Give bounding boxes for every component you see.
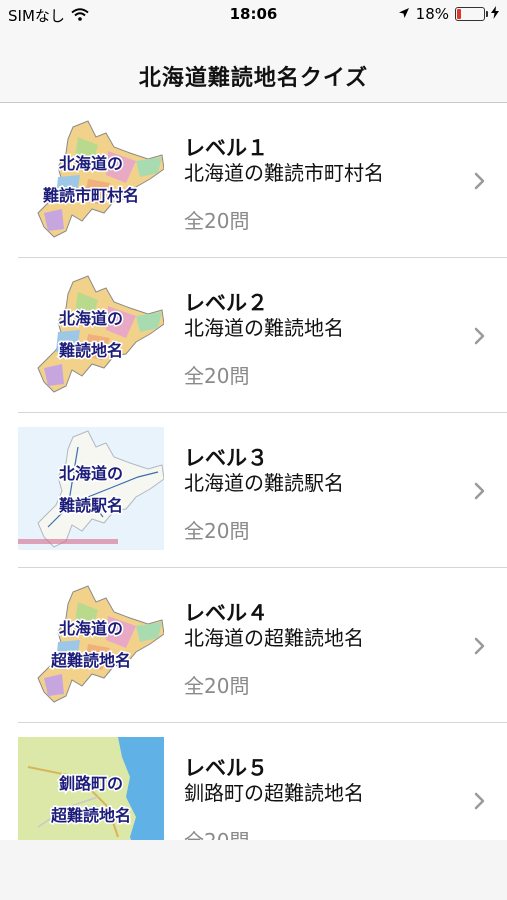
battery-percent: 18% bbox=[415, 5, 449, 23]
hokkaido-map-image: 釧路町の超難読地名 bbox=[18, 737, 164, 840]
level-subtitle: 北海道の難読駅名 bbox=[184, 471, 344, 495]
level-thumbnail: 釧路町の 超難読地名 bbox=[18, 737, 164, 840]
question-count: 全20問 bbox=[184, 209, 250, 233]
hokkaido-map-image: 北海道の難読市町村名 bbox=[18, 117, 164, 240]
thumbnail-caption: 北海道の bbox=[59, 309, 123, 328]
thumbnail-caption: 北海道の bbox=[59, 619, 123, 638]
level-row[interactable]: 北海道の 難読地名 レベル２ 北海道の難読地名 全20問 bbox=[0, 258, 507, 413]
level-subtitle: 釧路町の超難読地名 bbox=[184, 781, 364, 805]
level-thumbnail: 北海道の 難読駅名 bbox=[18, 427, 164, 550]
hokkaido-map-image: 北海道の難読駅名 bbox=[18, 427, 164, 550]
thumbnail-caption: 超難読地名 bbox=[50, 651, 131, 670]
level-thumbnail: 北海道の 難読地名 bbox=[18, 272, 164, 395]
level-row[interactable]: 北海道の 難読市町村名 レベル１ 北海道の難読市町村名 全20問 bbox=[0, 103, 507, 258]
thumbnail-caption: 北海道の bbox=[59, 464, 123, 483]
location-arrow-icon bbox=[398, 5, 410, 23]
question-count: 全20問 bbox=[184, 674, 250, 698]
thumbnail-caption: 難読市町村名 bbox=[43, 186, 139, 205]
page-title: 北海道難読地名クイズ bbox=[138, 66, 369, 91]
battery-fill bbox=[457, 9, 462, 19]
level-title: レベル１ bbox=[184, 136, 268, 160]
status-bar: SIMなし 18:06 18% bbox=[0, 0, 507, 28]
navigation-bar: 北海道難読地名クイズ bbox=[0, 28, 507, 103]
question-count: 全20問 bbox=[184, 519, 250, 543]
level-thumbnail: 北海道の難読市町村名 bbox=[18, 117, 164, 240]
level-row[interactable]: 北海道の 超難読地名 レベル４ 北海道の超難読地名 全20問 bbox=[0, 568, 507, 723]
thumbnail-caption: 北海道の bbox=[59, 154, 123, 173]
level-row[interactable]: 釧路町の超難読地名レベル５釧路町の超難読地名全20問 bbox=[0, 723, 507, 840]
thumbnail-caption: 難読駅名 bbox=[59, 496, 123, 515]
level-title: レベル２ bbox=[184, 291, 268, 315]
level-title: レベル４ bbox=[184, 601, 268, 625]
thumbnail-caption: 釧路町の bbox=[59, 774, 123, 793]
question-count: 全20問 bbox=[184, 825, 249, 840]
thumbnail-caption: 難読地名 bbox=[59, 341, 123, 360]
chevron-right-icon bbox=[473, 791, 487, 811]
status-right: 18% bbox=[398, 5, 499, 23]
chevron-right-icon bbox=[473, 171, 487, 191]
chevron-right-icon bbox=[473, 481, 487, 501]
level-subtitle: 北海道の難読地名 bbox=[184, 316, 344, 340]
hokkaido-map-image: 北海道の超難読地名 bbox=[18, 582, 164, 705]
battery-icon bbox=[455, 7, 488, 21]
chevron-right-icon bbox=[473, 636, 487, 656]
level-subtitle: 北海道の難読市町村名 bbox=[184, 161, 384, 185]
bottom-bar bbox=[0, 840, 507, 900]
level-list[interactable]: 北海道の 難読市町村名 レベル１ 北海道の難読市町村名 全20問 北海道の 難読地名 レベル２… bbox=[0, 103, 507, 840]
level-subtitle: 北海道の超難読地名 bbox=[184, 626, 364, 650]
level-row[interactable]: 北海道の 難読駅名 レベル３ 北海道の難読駅名 全20問 bbox=[0, 413, 507, 568]
thumbnail-caption: 超難読地名 bbox=[50, 806, 131, 825]
level-title: レベル５ bbox=[184, 756, 268, 780]
question-count: 全20問 bbox=[184, 364, 250, 388]
chevron-right-icon bbox=[473, 326, 487, 346]
hokkaido-map-image: 北海道の難読地名 bbox=[18, 272, 164, 395]
level-title: レベル３ bbox=[184, 446, 268, 470]
level-thumbnail: 北海道の 超難読地名 bbox=[18, 582, 164, 705]
charging-bolt-icon bbox=[491, 5, 499, 23]
